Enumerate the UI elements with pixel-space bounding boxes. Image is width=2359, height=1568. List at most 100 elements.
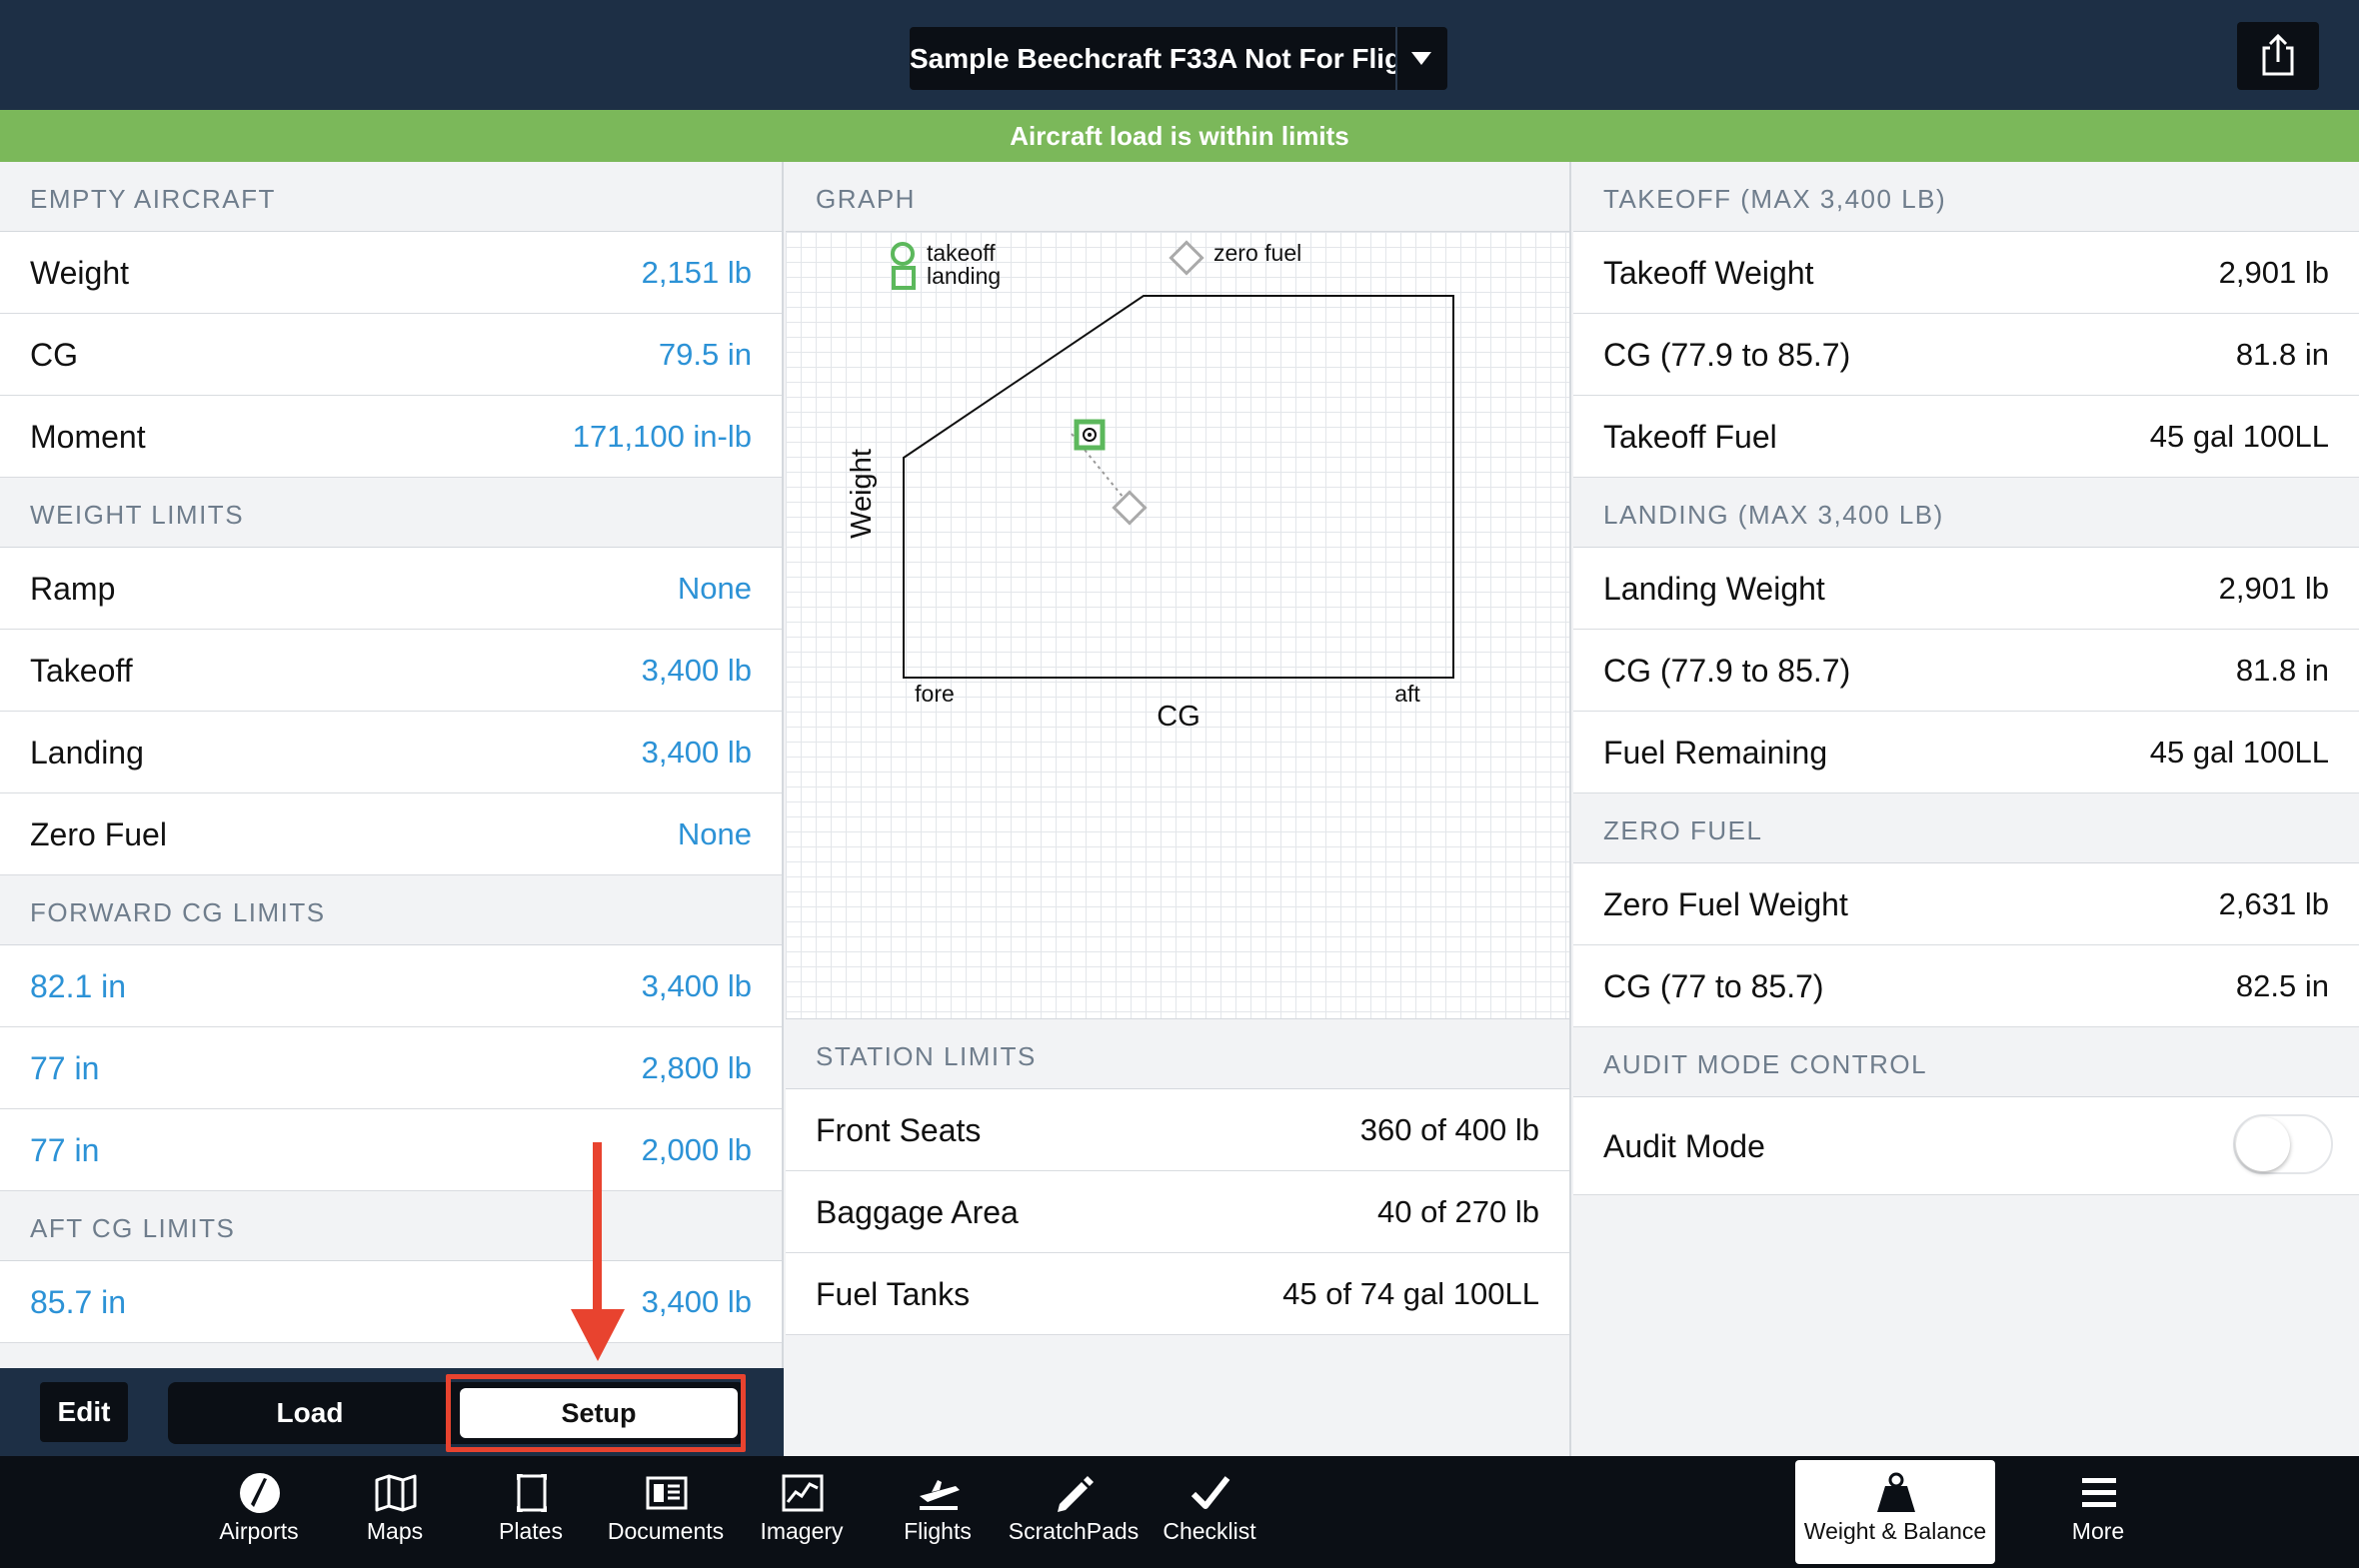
chevron-down-icon[interactable] bbox=[1411, 52, 1431, 65]
takeoff-marker-dot bbox=[1088, 433, 1092, 437]
share-icon[interactable] bbox=[2237, 22, 2319, 90]
row-label[interactable]: 77 in bbox=[30, 1027, 99, 1109]
tab-more[interactable]: More bbox=[1998, 1456, 2198, 1568]
row-label: Zero Fuel bbox=[30, 816, 167, 852]
row-label: Takeoff Weight bbox=[1603, 255, 1814, 291]
section-header-station-limits: STATION LIMITS bbox=[786, 1019, 1569, 1089]
tab-checklist[interactable]: Checklist bbox=[1110, 1456, 1309, 1568]
row-value: 81.8 in bbox=[2235, 653, 2329, 688]
row-label: Moment bbox=[30, 419, 146, 455]
row-value: 2,631 lb bbox=[2218, 886, 2329, 921]
list-item: Fuel Remaining 45 gal 100LL bbox=[1573, 712, 2359, 793]
row-value[interactable]: 3,400 lb bbox=[642, 945, 752, 1027]
list-item: Baggage Area 40 of 270 lb bbox=[786, 1171, 1569, 1253]
list-item: Takeoff Weight 2,901 lb bbox=[1573, 232, 2359, 314]
landing-legend-icon bbox=[892, 266, 916, 290]
maps-icon bbox=[375, 1474, 417, 1512]
zero-fuel-legend-icon bbox=[1169, 240, 1204, 276]
row-value[interactable]: 171,100 in-lb bbox=[573, 396, 752, 478]
flights-icon bbox=[920, 1480, 960, 1510]
list-item[interactable]: 82.1 in 3,400 lb bbox=[0, 945, 782, 1027]
row-value: 45 of 74 gal 100LL bbox=[1282, 1276, 1539, 1311]
list-item: CG (77.9 to 85.7) 81.8 in bbox=[1573, 314, 2359, 396]
row-label[interactable]: 85.7 in bbox=[30, 1261, 126, 1343]
row-value[interactable]: 3,400 lb bbox=[642, 630, 752, 712]
section-header-graph: GRAPH bbox=[786, 162, 1569, 232]
section-header-weight-limits: WEIGHT LIMITS bbox=[0, 478, 782, 548]
graph-column: GRAPH takeoff landing zero fuel Weight C… bbox=[786, 162, 1571, 1456]
audit-mode-row: Audit Mode bbox=[1573, 1097, 2359, 1195]
list-item[interactable]: Takeoff 3,400 lb bbox=[0, 630, 782, 712]
more-icon bbox=[2082, 1478, 2116, 1507]
row-value[interactable]: 2,151 lb bbox=[642, 232, 752, 314]
row-label: Ramp bbox=[30, 571, 116, 607]
plates-icon bbox=[517, 1474, 547, 1512]
row-value[interactable]: 79.5 in bbox=[659, 314, 752, 396]
tab-label: Weight & Balance bbox=[1803, 1518, 1987, 1544]
setup-column: EMPTY AIRCRAFT Weight 2,151 lb CG 79.5 in … bbox=[0, 162, 784, 1456]
list-item[interactable]: 77 in 2,800 lb bbox=[0, 1027, 782, 1109]
row-value: 2,901 lb bbox=[2218, 255, 2329, 290]
list-item[interactable]: Weight 2,151 lb bbox=[0, 232, 782, 314]
tab-label: More bbox=[2071, 1518, 2125, 1544]
row-value[interactable]: 2,800 lb bbox=[642, 1027, 752, 1109]
tab-label: Checklist bbox=[1163, 1518, 1256, 1544]
row-value[interactable]: 3,400 lb bbox=[642, 1261, 752, 1343]
row-value: 360 of 400 lb bbox=[1359, 1112, 1539, 1147]
list-item[interactable]: Ramp None bbox=[0, 548, 782, 630]
list-item: Front Seats 360 of 400 lb bbox=[786, 1089, 1569, 1171]
list-item[interactable]: Moment 171,100 in-lb bbox=[0, 396, 782, 478]
summary-column: TAKEOFF (MAX 3,400 LB) Takeoff Weight 2,9… bbox=[1573, 162, 2359, 1456]
row-label: CG (77 to 85.7) bbox=[1603, 968, 1824, 1004]
row-label: Landing Weight bbox=[1603, 571, 1825, 607]
list-item[interactable]: CG 79.5 in bbox=[0, 314, 782, 396]
legend-landing: landing bbox=[927, 263, 1001, 289]
row-value[interactable]: None bbox=[678, 793, 752, 875]
load-segment[interactable]: Load bbox=[168, 1382, 452, 1444]
top-bar: Sample Beechcraft F33A Not For Flig… bbox=[0, 0, 2359, 110]
aircraft-name[interactable]: Sample Beechcraft F33A Not For Flig… bbox=[910, 27, 1395, 90]
row-label: CG (77.9 to 85.7) bbox=[1603, 653, 1851, 689]
list-item[interactable]: 85.7 in 3,400 lb bbox=[0, 1261, 782, 1343]
edit-button[interactable]: Edit bbox=[40, 1382, 128, 1442]
row-label[interactable]: 77 in bbox=[30, 1109, 99, 1191]
weight-balance-icon bbox=[1877, 1472, 1915, 1512]
row-label: Front Seats bbox=[816, 1112, 982, 1148]
toggle-knob[interactable] bbox=[2236, 1117, 2290, 1171]
legend-zero-fuel: zero fuel bbox=[1213, 240, 1301, 266]
list-item[interactable]: 77 in 2,000 lb bbox=[0, 1109, 782, 1191]
row-label[interactable]: 82.1 in bbox=[30, 945, 126, 1027]
selector-divider bbox=[1395, 27, 1397, 90]
row-value[interactable]: None bbox=[678, 548, 752, 630]
row-value[interactable]: 3,400 lb bbox=[642, 712, 752, 793]
row-value: 2,901 lb bbox=[2218, 571, 2329, 606]
section-header-forward-cg-limits: FORWARD CG LIMITS bbox=[0, 875, 782, 945]
tab-weight-balance[interactable]: Weight & Balance bbox=[1795, 1460, 1995, 1564]
documents-icon bbox=[646, 1476, 688, 1510]
share-button[interactable] bbox=[2237, 22, 2319, 90]
list-item: Landing Weight 2,901 lb bbox=[1573, 548, 2359, 630]
cg-envelope bbox=[903, 295, 1454, 679]
list-item[interactable]: Landing 3,400 lb bbox=[0, 712, 782, 793]
setup-segment[interactable]: Setup bbox=[460, 1388, 738, 1438]
checklist-icon bbox=[1190, 1476, 1230, 1509]
row-label: Baggage Area bbox=[816, 1194, 1019, 1230]
section-header-takeoff: TAKEOFF (MAX 3,400 LB) bbox=[1573, 162, 2359, 232]
audit-mode-toggle[interactable] bbox=[2233, 1114, 2333, 1174]
graph-svg: takeoff landing zero fuel Weight CG fore… bbox=[846, 240, 1454, 733]
scratchpads-icon bbox=[1058, 1476, 1094, 1512]
row-value: 45 gal 100LL bbox=[2149, 419, 2329, 454]
list-item[interactable]: Zero Fuel None bbox=[0, 793, 782, 875]
aircraft-selector[interactable]: Sample Beechcraft F33A Not For Flig… bbox=[910, 27, 1447, 90]
y-axis-label: Weight bbox=[846, 449, 878, 539]
cg-envelope-graph: takeoff landing zero fuel Weight CG fore… bbox=[786, 232, 1569, 1019]
x-axis-label: CG bbox=[1157, 701, 1200, 733]
section-header-landing: LANDING (MAX 3,400 LB) bbox=[1573, 478, 2359, 548]
row-label: CG (77.9 to 85.7) bbox=[1603, 337, 1851, 373]
mode-segmented-control[interactable]: Load Setup bbox=[168, 1382, 746, 1444]
section-header-empty-aircraft: EMPTY AIRCRAFT bbox=[0, 162, 782, 232]
row-value[interactable]: 2,000 lb bbox=[642, 1109, 752, 1191]
audit-mode-label: Audit Mode bbox=[1603, 1128, 1765, 1164]
list-item: CG (77.9 to 85.7) 81.8 in bbox=[1573, 630, 2359, 712]
row-value: 82.5 in bbox=[2235, 968, 2329, 1003]
